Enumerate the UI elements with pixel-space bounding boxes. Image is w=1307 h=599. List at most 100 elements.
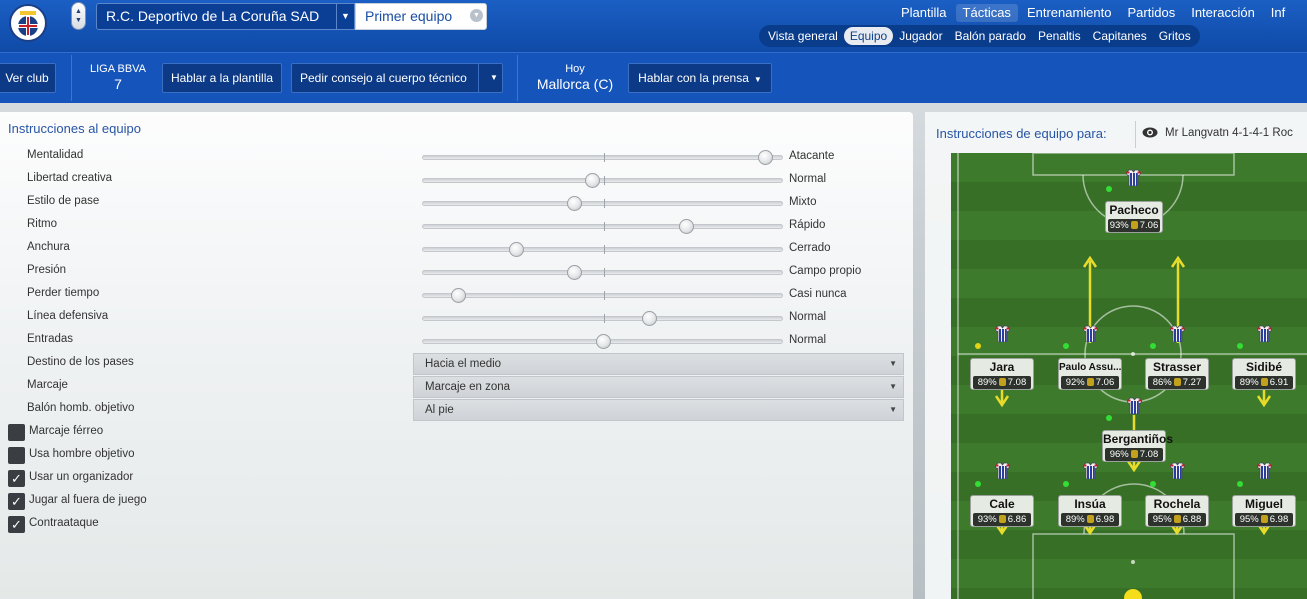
club-crest-icon[interactable] [8,3,48,43]
chevron-down-icon[interactable]: ▼ [490,64,498,92]
instruction-slider[interactable] [422,247,783,252]
player-condition: 93% [1109,220,1129,231]
view-club-button[interactable]: Ver club [0,63,56,93]
slider-handle[interactable] [678,219,694,234]
checkbox[interactable] [8,447,25,464]
player-card[interactable]: Bergantiños 96% 7.08 [1102,430,1173,462]
player-shirt-icon[interactable] [1083,325,1098,342]
player-shirt-icon[interactable] [1126,169,1141,186]
player-shirt-icon[interactable] [995,462,1010,479]
player-rating: 7.06 [1095,377,1115,388]
slider-handle[interactable] [595,334,611,349]
instruction-slider[interactable] [422,293,783,298]
nav-entrenamiento[interactable]: Entrenamiento [1020,4,1119,22]
nav-plantilla[interactable]: Plantilla [894,4,954,22]
club-switch-arrows[interactable]: ▲ ▼ [71,2,86,30]
checkbox[interactable]: ✓ [8,470,25,487]
slider-center-tick [604,153,605,162]
slider-handle[interactable] [642,311,658,326]
instruction-slider[interactable] [422,178,783,183]
player-card[interactable]: Cale 93% 6.86 [970,495,1034,527]
tactic-name[interactable]: Mr Langvatn 4-1-4-1 Roc [1165,127,1293,139]
instruction-slider[interactable] [422,270,783,275]
slider-handle[interactable] [566,196,582,211]
subnav-jugador[interactable]: Jugador [893,27,948,45]
instruction-dropdown[interactable]: Marcaje en zona ▼ [413,376,904,398]
nav-inf[interactable]: Inf [1264,4,1292,22]
eye-icon[interactable] [1142,127,1158,138]
player-shirt-icon[interactable] [995,325,1010,342]
team-instructions-panel: Instrucciones al equipo Mentalidad Ataca… [0,112,913,599]
checkbox-label[interactable]: Usa hombre objetivo [29,448,134,460]
subnav-penaltis[interactable]: Penaltis [1032,27,1087,45]
player-stats: 89% 7.08 [973,376,1031,389]
checkmark-icon: ✓ [11,471,22,486]
subnav-balon-parado[interactable]: Balón parado [949,27,1032,45]
checkbox-label[interactable]: Jugar al fuera de juego [29,494,147,506]
arrow-up-icon[interactable]: ▲ [75,7,82,16]
checkbox[interactable]: ✓ [8,493,25,510]
chevron-down-icon[interactable]: ▼ [336,4,354,29]
instruction-row: Perder tiempo Casi nunca [0,283,913,306]
instruction-slider[interactable] [422,224,783,229]
instruction-label: Anchura [27,241,70,253]
player-card[interactable]: Sidibé 89% 6.91 [1232,358,1296,390]
chevron-down-icon[interactable]: ▼ [470,9,483,22]
checkbox[interactable]: ✓ [8,516,25,533]
rating-icon [998,515,1006,523]
player-card[interactable]: Strasser 86% 7.27 [1145,358,1209,390]
player-shirt-icon[interactable] [1127,397,1142,414]
instruction-dropdown[interactable]: Al pie ▼ [413,399,904,421]
ask-advice-button[interactable]: Pedir consejo al cuerpo técnico ▼ [291,63,503,93]
instruction-value: Mixto [789,196,817,208]
subnav-capitanes[interactable]: Capitanes [1087,27,1153,45]
player-card[interactable]: Pacheco 93% 7.06 [1105,201,1163,233]
player-card[interactable]: Miguel 95% 6.98 [1232,495,1296,527]
talk-squad-button[interactable]: Hablar a la plantilla [162,63,282,93]
slider-handle[interactable] [508,242,524,257]
player-stats: 86% 7.27 [1148,376,1206,389]
nav-tacticas[interactable]: Tácticas [955,4,1018,22]
checkbox[interactable] [8,424,25,441]
player-card[interactable]: Jara 89% 7.08 [970,358,1034,390]
checkbox-label[interactable]: Contraataque [29,517,99,529]
checkbox-row: Usa hombre objetivo [0,444,913,467]
team-selector[interactable]: Primer equipo [355,3,487,30]
subnav-gritos[interactable]: Gritos [1153,27,1197,45]
player-card[interactable]: Paulo Assu... 92% 7.06 [1058,358,1122,390]
arrow-down-icon[interactable]: ▼ [75,16,82,25]
nav-interaccion[interactable]: Interacción [1184,4,1262,22]
slider-handle[interactable] [451,288,467,303]
player-shirt-icon[interactable] [1170,462,1185,479]
player-stats: 92% 7.06 [1061,376,1119,389]
player-shirt-icon[interactable] [1170,325,1185,342]
subnav-vista-general[interactable]: Vista general [762,27,844,45]
slider-handle[interactable] [757,150,773,165]
checkbox-row: Marcaje férreo [0,421,913,444]
talk-press-button[interactable]: Hablar con la prensa ▼ [628,63,772,93]
instruction-dropdown[interactable]: Hacia el medio ▼ [413,353,904,375]
morale-dot [1063,481,1069,487]
nav-partidos[interactable]: Partidos [1121,4,1183,22]
next-match-info[interactable]: Hoy Mallorca (C) [530,63,620,93]
dropdown-value: Hacia el medio [425,358,502,370]
player-name: Miguel [1245,497,1283,511]
checkbox-label[interactable]: Usar un organizador [29,471,133,483]
league-info[interactable]: LIGA BBVA 7 [84,63,152,93]
instruction-slider[interactable] [422,155,783,160]
player-card[interactable]: Rochela 95% 6.88 [1145,495,1209,527]
player-shirt-icon[interactable] [1257,462,1272,479]
divider [478,64,479,92]
rating-icon [1130,450,1138,458]
slider-handle[interactable] [584,173,600,188]
subnav-equipo[interactable]: Equipo [843,27,894,45]
instruction-slider[interactable] [422,201,783,206]
instruction-slider[interactable] [422,316,783,321]
slider-handle[interactable] [566,265,582,280]
player-shirt-icon[interactable] [1083,462,1098,479]
instruction-label: Marcaje [27,379,68,391]
player-card[interactable]: Insúa 89% 6.98 [1058,495,1122,527]
checkbox-label[interactable]: Marcaje férreo [29,425,103,437]
player-shirt-icon[interactable] [1257,325,1272,342]
club-selector[interactable]: R.C. Deportivo de La Coruña SAD [96,3,355,30]
